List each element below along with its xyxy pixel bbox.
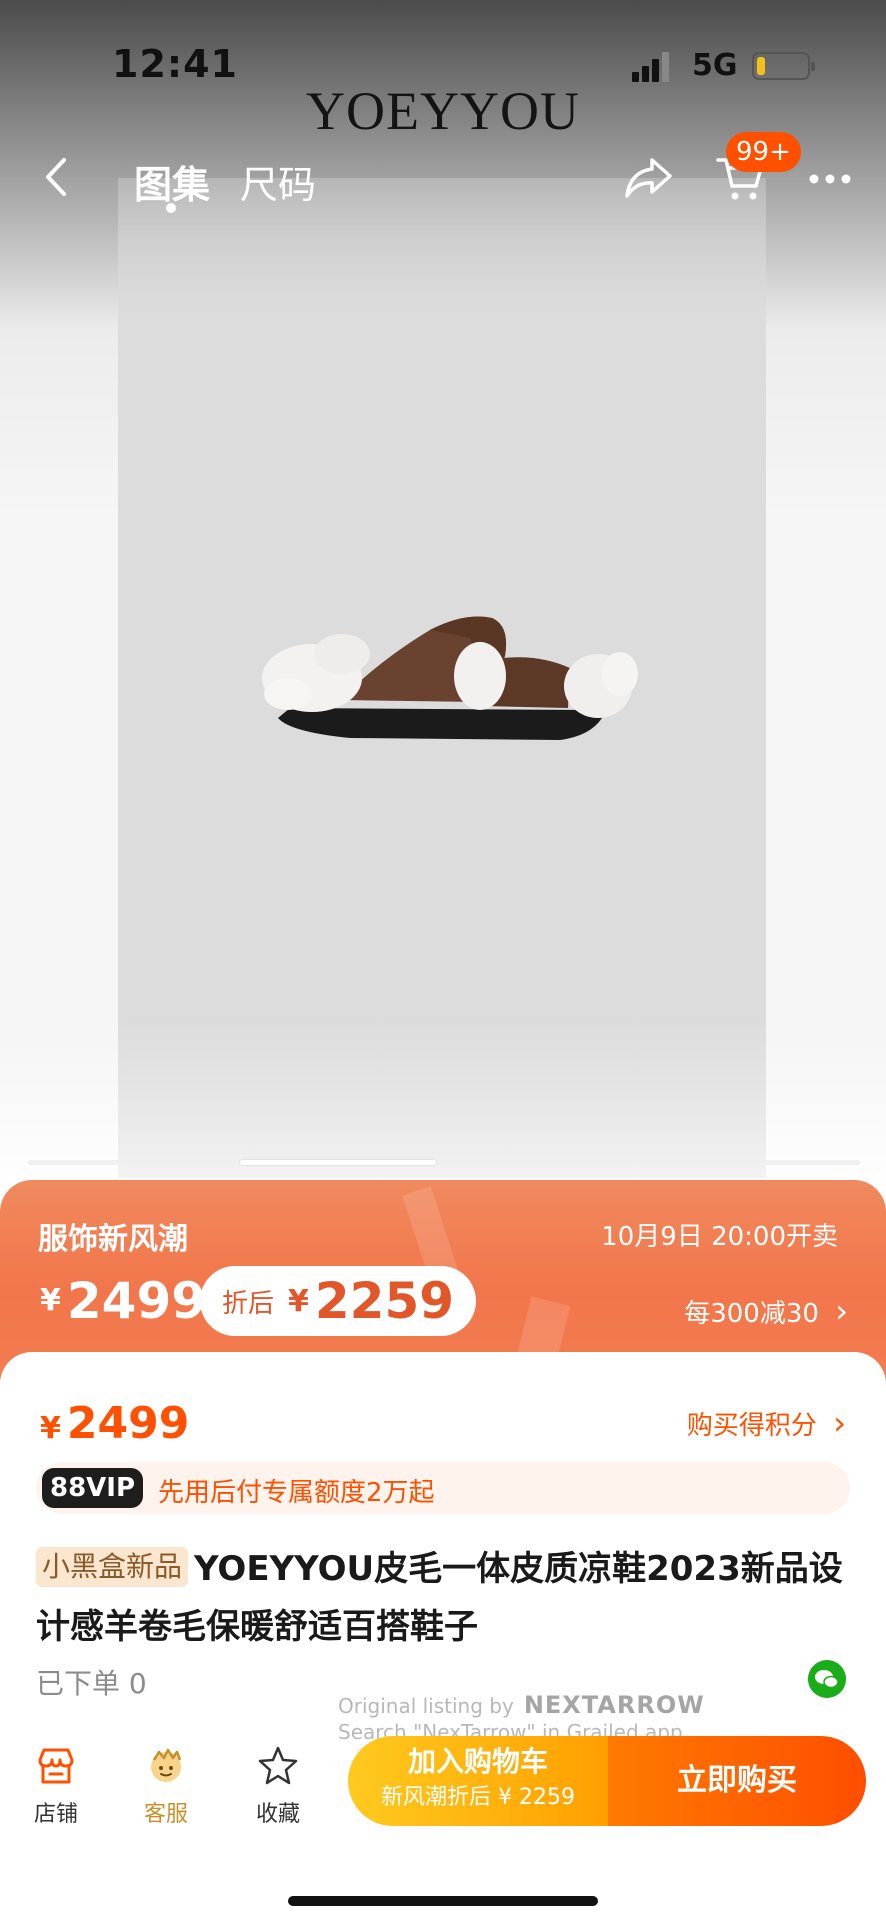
discount-price-pill: 折后 ¥ 2259 bbox=[200, 1266, 477, 1336]
store-button[interactable]: 店铺 bbox=[16, 1744, 96, 1828]
vip-badge: 88VIP bbox=[42, 1468, 144, 1508]
add-to-cart-label: 加入购物车 bbox=[407, 1745, 548, 1778]
customer-service-icon bbox=[151, 1748, 182, 1782]
store-label: 店铺 bbox=[33, 1802, 78, 1827]
promo-rule-link[interactable]: 每300减30 › bbox=[684, 1292, 848, 1330]
more-icon[interactable] bbox=[806, 168, 854, 190]
vip-credit-text: 先用后付专属额度2万起 bbox=[158, 1478, 435, 1508]
share-icon[interactable] bbox=[622, 154, 674, 202]
carousel-indicator-3 bbox=[452, 1160, 648, 1165]
carousel-indicator-2 bbox=[240, 1160, 436, 1165]
product-price: ¥2499 bbox=[40, 1398, 189, 1449]
home-indicator[interactable] bbox=[288, 1896, 598, 1906]
add-to-cart-button[interactable]: 加入购物车 新风潮折后 ¥ 2259 bbox=[348, 1736, 608, 1826]
chevron-right-icon: › bbox=[833, 1404, 846, 1442]
chevron-right-icon: › bbox=[835, 1292, 848, 1330]
sandal-image bbox=[262, 616, 638, 740]
tab-size[interactable]: 尺码 bbox=[240, 154, 316, 209]
product-title: 小黑盒新品 YOEYYOU皮毛一体皮质凉鞋2023新品设计感羊卷毛保暖舒适百搭鞋子 bbox=[36, 1540, 856, 1656]
discount-label: 折后 bbox=[222, 1288, 275, 1319]
product-photo[interactable] bbox=[118, 178, 766, 1178]
add-to-cart-sublabel: 新风潮折后 ¥ 2259 bbox=[381, 1785, 575, 1810]
battery-icon bbox=[752, 52, 815, 80]
purchase-buttons: 加入购物车 新风潮折后 ¥ 2259 立即购买 bbox=[348, 1736, 866, 1826]
promo-sale-start: 10月9日 20:00开卖 bbox=[601, 1222, 838, 1252]
currency-symbol: ¥ bbox=[40, 1411, 61, 1446]
customer-service-label: 客服 bbox=[143, 1802, 188, 1827]
network-type: 5G bbox=[692, 48, 738, 83]
promo-banner[interactable]: 服饰新风潮 10月9日 20:00开卖 ¥2499 折后 ¥ 2259 每300… bbox=[0, 1180, 886, 1380]
currency-symbol: ¥ bbox=[288, 1283, 309, 1319]
favorite-label: 收藏 bbox=[255, 1802, 300, 1827]
store-icon bbox=[38, 1748, 74, 1784]
discount-price-value: 2259 bbox=[314, 1272, 455, 1330]
vip-credit-row[interactable]: 88VIP 先用后付专属额度2万起 bbox=[36, 1462, 850, 1514]
cart-count-badge: 99+ bbox=[726, 132, 801, 172]
promo-price: ¥2499 bbox=[40, 1272, 206, 1330]
buy-now-button[interactable]: 立即购买 bbox=[608, 1736, 866, 1826]
currency-symbol: ¥ bbox=[40, 1283, 61, 1318]
chevron-left-icon[interactable] bbox=[36, 152, 76, 202]
new-product-tag: 小黑盒新品 bbox=[36, 1547, 189, 1587]
tab-gallery[interactable]: 图集 bbox=[134, 154, 210, 209]
star-icon bbox=[258, 1746, 298, 1785]
customer-service-button[interactable]: 客服 bbox=[126, 1744, 206, 1828]
carousel-indicator-1 bbox=[28, 1160, 224, 1165]
signal-icon bbox=[632, 52, 669, 82]
wechat-icon[interactable] bbox=[808, 1660, 846, 1698]
watermark-line1: Original listing by bbox=[338, 1694, 514, 1718]
order-count: 已下单 0 bbox=[36, 1667, 147, 1700]
promo-rule-text: 每300减30 bbox=[684, 1299, 819, 1329]
earn-points-link[interactable]: 购买得积分 › bbox=[687, 1404, 846, 1442]
product-info-card: ¥2499 购买得积分 › 88VIP 先用后付专属额度2万起 小黑盒新品 YOE… bbox=[0, 1352, 886, 1920]
promo-title: 服饰新风潮 bbox=[38, 1222, 188, 1257]
battery-level bbox=[757, 57, 765, 75]
watermark-brand: NEXTARROW bbox=[523, 1691, 705, 1719]
favorite-button[interactable]: 收藏 bbox=[238, 1744, 318, 1828]
carousel-indicator-4 bbox=[664, 1160, 860, 1165]
active-tab-dot bbox=[166, 203, 176, 213]
promo-price-value: 2499 bbox=[66, 1272, 207, 1330]
product-price-value: 2499 bbox=[66, 1398, 190, 1449]
earn-points-text: 购买得积分 bbox=[686, 1411, 817, 1441]
